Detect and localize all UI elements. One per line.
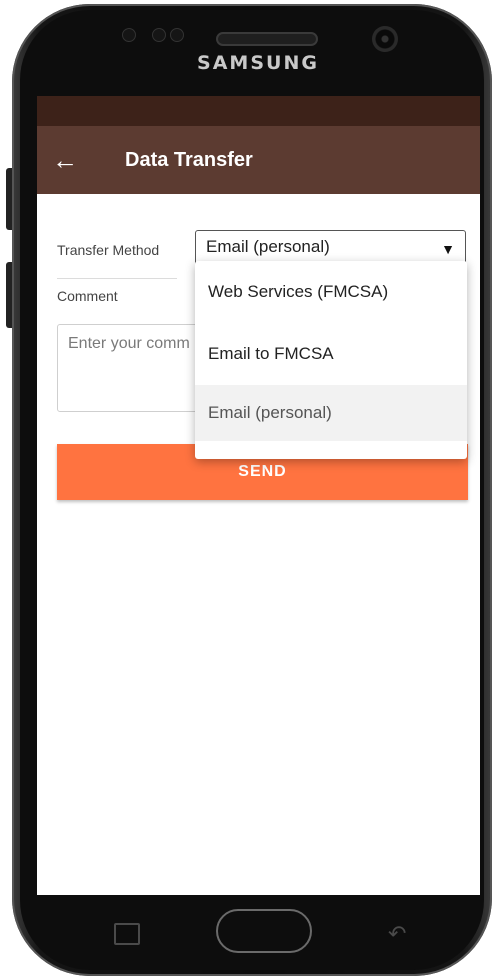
arrow-left-icon[interactable]: ← [37, 145, 95, 176]
device-brand: SAMSUNG [197, 52, 319, 74]
dropdown-option-email-fmcsa[interactable]: Email to FMCSA [195, 323, 467, 385]
nav-back-icon[interactable]: ↶ [388, 921, 406, 947]
top-bezel: SAMSUNG [36, 20, 480, 95]
sensor-icon [152, 28, 166, 42]
transfer-method-label: Transfer Method [57, 242, 160, 258]
comment-placeholder: Enter your comm [68, 335, 190, 352]
recent-apps-icon[interactable] [114, 923, 140, 945]
transfer-method-dropdown: Web Services (FMCSA) Email to FMCSA Emai… [195, 261, 467, 459]
earpiece-speaker [216, 32, 318, 46]
app-bar: ← Data Transfer [37, 126, 480, 194]
screen: ← Data Transfer Transfer Method Email (p… [37, 96, 480, 895]
dropdown-option-web-services[interactable]: Web Services (FMCSA) [195, 261, 467, 323]
dropdown-option-email-personal[interactable]: Email (personal) [195, 385, 467, 441]
page-title: Data Transfer [125, 148, 253, 171]
home-button[interactable] [216, 909, 312, 953]
sensor-icon [170, 28, 184, 42]
sensor-icon [122, 28, 136, 42]
divider [57, 278, 177, 279]
bottom-bezel: ↶ [36, 895, 480, 965]
transfer-method-value: Email (personal) [206, 237, 330, 256]
front-camera-icon [372, 26, 398, 52]
comment-label: Comment [57, 288, 118, 304]
status-bar [37, 96, 480, 126]
caret-down-icon: ▼ [441, 241, 455, 257]
